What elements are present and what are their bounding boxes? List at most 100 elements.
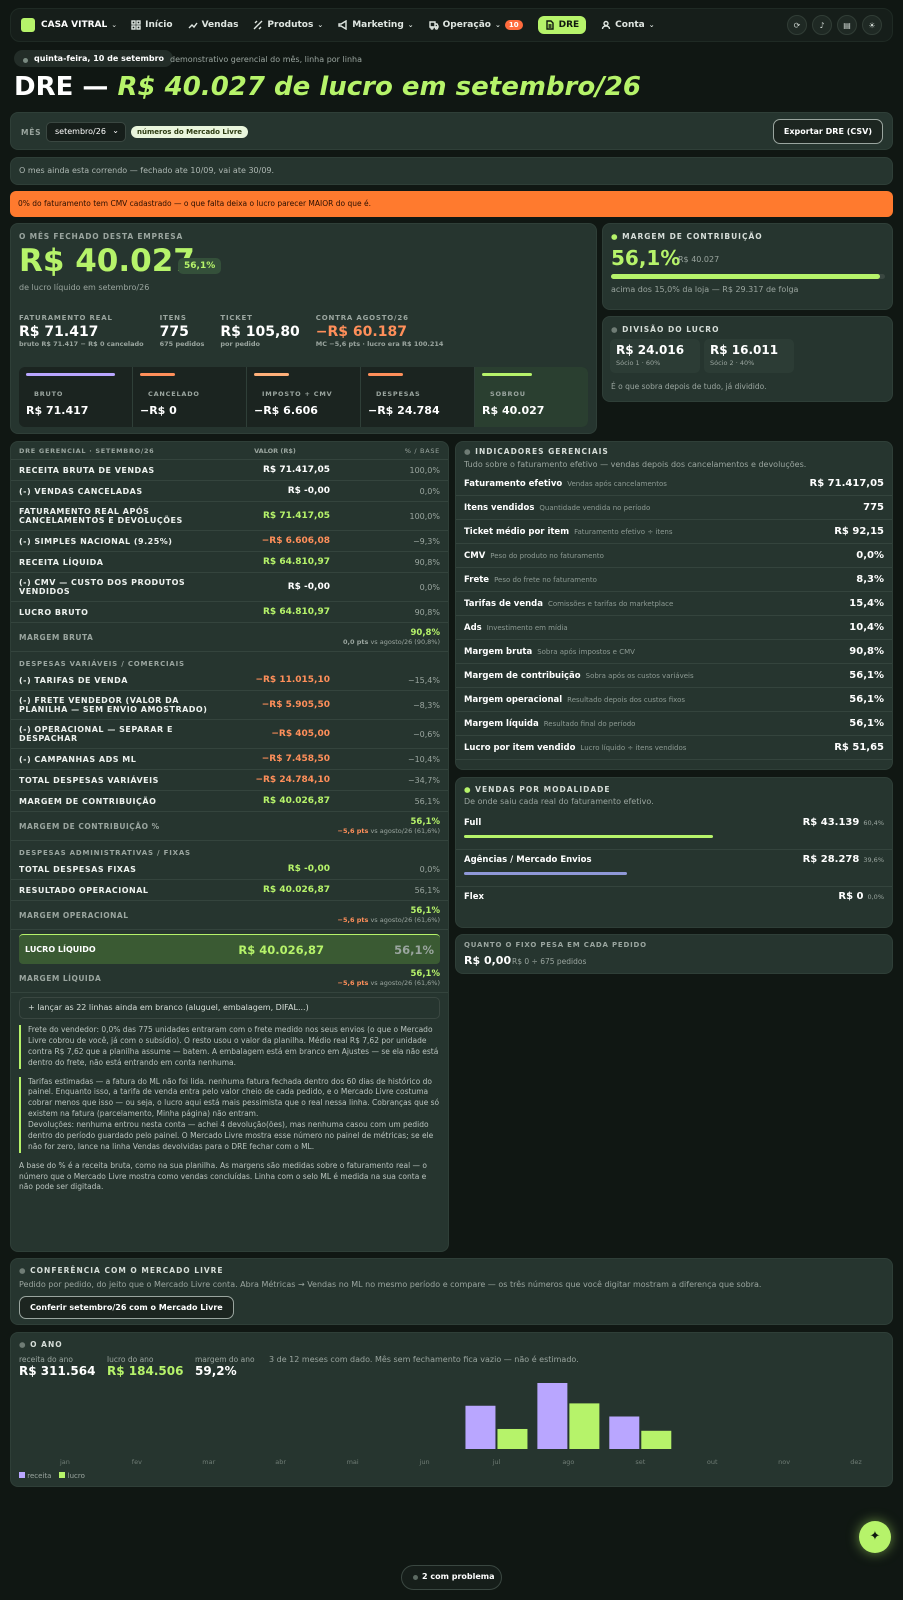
bar-lucro-jul[interactable] — [497, 1428, 528, 1449]
margin-row: MARGEM BRUTA 90,8% 0,0 pts vs agosto/26 (9… — [11, 623, 448, 652]
modality-bar — [464, 835, 713, 838]
x-tick-label: dez — [850, 1458, 862, 1466]
margin-row: MARGEM DE CONTRIBUIÇÃO % 56,1% −5,6 pts vs… — [11, 812, 448, 841]
indicator-row: Frete Peso do frete no faturamento 8,3% — [456, 568, 892, 592]
dre-rows-variaveis: (-) TARIFAS DE VENDA −R$ 11.015,10 −15,4%(… — [11, 670, 448, 812]
note-devolucoes: Devoluções: nenhuma entrou nesta conta —… — [19, 1120, 440, 1153]
ml-reconciliation-card: ● CONFERÊNCIA COM O MERCADO LIVRE Pedido… — [10, 1258, 893, 1325]
export-csv-button[interactable]: Exportar DRE (CSV) — [772, 119, 883, 144]
assistant-fab-icon[interactable]: ✦ — [859, 1521, 891, 1553]
megaphone-icon — [338, 20, 347, 30]
chevron-down-icon: ⌄ — [407, 21, 414, 29]
kpi-faturamento: FATURAMENTO REAL R$ 71.417 bruto R$ 71.417… — [19, 314, 144, 348]
nav-inicio[interactable]: Início — [131, 20, 173, 30]
indicator-row: Tarifas de venda Comissões e tarifas do m… — [456, 592, 892, 616]
dre-row: RESULTADO OPERACIONAL R$ 40.026,87 56,1% — [11, 880, 448, 901]
trend-icon — [188, 22, 198, 29]
reconcile-button[interactable]: Conferir setembro/26 com o Mercado Livre — [19, 1296, 234, 1319]
brand-name[interactable]: CASA VITRAL — [41, 20, 107, 30]
home-icon — [131, 20, 141, 30]
indicator-row: Margem operacional Resultado depois dos c… — [456, 688, 892, 712]
month-select[interactable]: setembro/26 ⌄ — [46, 122, 126, 142]
chart-legend: receita lucro — [19, 1472, 85, 1480]
filter-bar: MÊS setembro/26 ⌄ números do Mercado Livr… — [10, 112, 893, 150]
bar-lucro-ago[interactable] — [569, 1403, 600, 1449]
launch-blank-lines-button[interactable]: + lançar as 22 linhas ainda em branco (a… — [19, 997, 440, 1019]
legend-receita: receita — [19, 1472, 51, 1480]
info-banner: O mes ainda esta correndo — fechado ate … — [10, 157, 893, 185]
indicator-row: Itens vendidos Quantidade vendida no perí… — [456, 496, 892, 520]
flow-sobrou: SOBROU R$ 40.027 — [475, 367, 588, 427]
margin-row: MARGEM OPERACIONAL 56,1% −5,6 pts vs agost… — [11, 901, 448, 930]
year-bar-chart: jan fev mar abr mai jun jul ago set out nov dez — [59, 1383, 862, 1466]
dre-row: FATURAMENTO REAL APÓS CANCELAMENTOS E DE… — [11, 502, 448, 531]
year-lucro: lucro do ano R$ 184.506 — [107, 1355, 184, 1378]
truck-icon — [428, 21, 439, 30]
calendar-icon[interactable]: ▤ — [837, 15, 857, 35]
nav-conta[interactable]: Conta ⌄ — [601, 20, 655, 30]
nav-operacao[interactable]: Operação ⌄ 10 — [428, 20, 523, 30]
month-summary-card: O MÊS FECHADO DESTA EMPRESA R$ 40.027 56… — [10, 223, 597, 434]
page-subtitle: demonstrativo gerencial do mês, linha po… — [170, 55, 362, 64]
sales-by-modality-card: ● VENDAS POR MODALIDADE De onde saiu cad… — [455, 777, 893, 928]
dre-row: (-) FRETE VENDEDOR (VALOR DA PLANILHA — … — [11, 691, 448, 720]
net-margin-badge: 56,1% — [178, 258, 222, 274]
nav-marketing[interactable]: Marketing ⌄ — [338, 20, 414, 30]
modality-list: Full R$ 43.139 60,4% Agências / Mercado Env… — [456, 813, 892, 924]
sun-icon[interactable]: ☀ — [862, 15, 882, 35]
user-icon — [601, 20, 611, 30]
page-title: DRE — R$ 40.027 de lucro em setembro/26 — [14, 72, 641, 102]
bar-receita-jul[interactable] — [465, 1405, 496, 1449]
bar-receita-ago[interactable] — [537, 1383, 568, 1449]
x-tick-label: fev — [132, 1458, 142, 1466]
indicator-row: Margem de contribuição Sobra após os cust… — [456, 664, 892, 688]
refresh-icon[interactable]: ⟳ — [787, 15, 807, 35]
dre-row: (-) CAMPANHAS ADS ML −R$ 7.458,50 −10,4% — [11, 749, 448, 770]
margin-row: MARGEM LÍQUIDA 56,1% −5,6 pts vs agosto/26… — [11, 964, 448, 993]
document-icon — [545, 20, 554, 30]
contribution-margin-card: ● MARGEM DE CONTRIBUIÇÃO 56,1% R$ 40.027… — [602, 223, 893, 310]
legend-lucro: lucro — [59, 1472, 85, 1480]
dre-margem-operacional: MARGEM OPERACIONAL 56,1% −5,6 pts vs agost… — [11, 901, 448, 930]
bar-receita-set[interactable] — [609, 1416, 640, 1449]
problems-pill[interactable]: 2 com problema — [401, 1565, 502, 1590]
chevron-down-icon: ⌄ — [112, 126, 119, 135]
nav-dre[interactable]: DRE — [537, 16, 587, 34]
dre-table-header: DRE GERENCIAL · SETEMBRO/26 VALOR (R$)% /… — [11, 442, 448, 460]
dre-row: (-) VENDAS CANCELADAS R$ -0,00 0,0% — [11, 481, 448, 502]
profit-flow: BRUTO R$ 71.417 CANCELADO −R$ 0 IMPOSTO + … — [19, 367, 588, 427]
dre-lucro-liquido-row: LUCRO LÍQUIDO R$ 40.026,87 56,1% — [19, 934, 440, 964]
chevron-down-icon: ⌄ — [317, 21, 324, 29]
nav-produtos[interactable]: Produtos ⌄ — [253, 20, 323, 30]
indicator-row: Faturamento efetivo Vendas após cancelame… — [456, 472, 892, 496]
bar-lucro-set[interactable] — [641, 1430, 672, 1449]
dre-table-card: DRE GERENCIAL · SETEMBRO/26 VALOR (R$)% /… — [10, 441, 449, 1252]
date-pill: quinta-feira, 10 de setembro — [14, 50, 174, 67]
indicator-row: Ads Investimento em mídia 10,4% — [456, 616, 892, 640]
chevron-down-icon[interactable]: ⌄ — [111, 21, 117, 29]
indicator-row: Ticket médio por item Faturamento efetivo… — [456, 520, 892, 544]
dre-row: TOTAL DESPESAS VARIÁVEIS −R$ 24.784,10 −34… — [11, 770, 448, 791]
chevron-down-icon: ⌄ — [494, 21, 501, 29]
dre-row: LUCRO BRUTO R$ 64.810,97 90,8% — [11, 602, 448, 623]
x-tick-label: out — [707, 1458, 718, 1466]
dre-row: (-) TARIFAS DE VENDA −R$ 11.015,10 −15,4% — [11, 670, 448, 691]
note-tarifas: Tarifas estimadas — a fatura do ML não f… — [19, 1076, 440, 1120]
year-card: ● O ANO receita do ano R$ 311.564 lucro d… — [10, 1332, 893, 1487]
indicators-list: Faturamento efetivo Vendas após cancelame… — [456, 472, 892, 760]
indicators-card: ● INDICADORES GERENCIAIS Tudo sobre o fa… — [455, 441, 893, 770]
indicator-row: Margem bruta Sobra após impostos e CMV 90,… — [456, 640, 892, 664]
music-icon[interactable]: ♪ — [812, 15, 832, 35]
x-tick-label: abr — [275, 1458, 286, 1466]
dre-margem-liquida: MARGEM LÍQUIDA 56,1% −5,6 pts vs agosto/26… — [11, 964, 448, 993]
partner-1-share: R$ 24.016 Sócio 1 · 60% — [610, 339, 700, 373]
dre-row: TOTAL DESPESAS FIXAS R$ -0,00 0,0% — [11, 859, 448, 880]
dre-row: MARGEM DE CONTRIBUIÇÃO R$ 40.026,87 56,1% — [11, 791, 448, 812]
nav-vendas[interactable]: Vendas — [188, 20, 238, 30]
modality-row: Flex R$ 0 0,0% — [464, 891, 884, 902]
dre-margem-contribuicao: MARGEM DE CONTRIBUIÇÃO % 56,1% −5,6 pts vs… — [11, 812, 448, 841]
flow-imposto-cmv: IMPOSTO + CMV −R$ 6.606 — [247, 367, 361, 427]
flow-bruto: BRUTO R$ 71.417 — [19, 367, 133, 427]
kpi-itens: ITENS 775 675 pedidos — [159, 314, 205, 348]
indicator-row: Lucro por item vendido Lucro líquido ÷ it… — [456, 736, 892, 760]
